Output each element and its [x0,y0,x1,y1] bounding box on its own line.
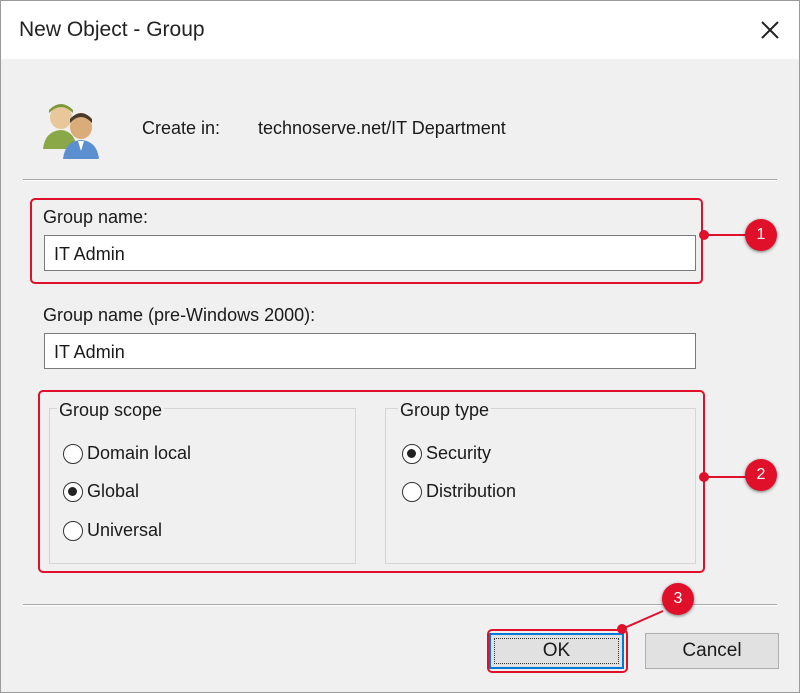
annotation-badge-3: 3 [662,583,694,615]
group-name-pre2000-label: Group name (pre-Windows 2000): [43,305,316,325]
highlight-group-options [38,390,705,573]
cancel-label: Cancel [682,640,742,661]
create-in-path: technoserve.net/IT Department [258,118,506,138]
annotation-badge-2: 2 [745,459,777,491]
header-divider [23,179,777,181]
title-bar: New Object - Group [1,1,799,59]
window-title: New Object - Group [19,18,205,41]
callout-line [704,476,748,478]
new-object-group-dialog: New Object - Group Create in: technoserv… [0,0,800,693]
callout-line [704,234,748,236]
close-button[interactable] [753,13,787,47]
highlight-group-name [30,198,703,284]
close-icon [761,21,779,39]
callout-dot [617,624,627,634]
highlight-ok-button [487,629,628,673]
group-users-icon [43,104,99,159]
cancel-button[interactable]: Cancel [645,633,779,669]
group-name-pre2000-input[interactable]: IT Admin [44,333,696,369]
annotation-badge-1: 1 [745,219,777,251]
create-in-label: Create in: [142,118,221,138]
